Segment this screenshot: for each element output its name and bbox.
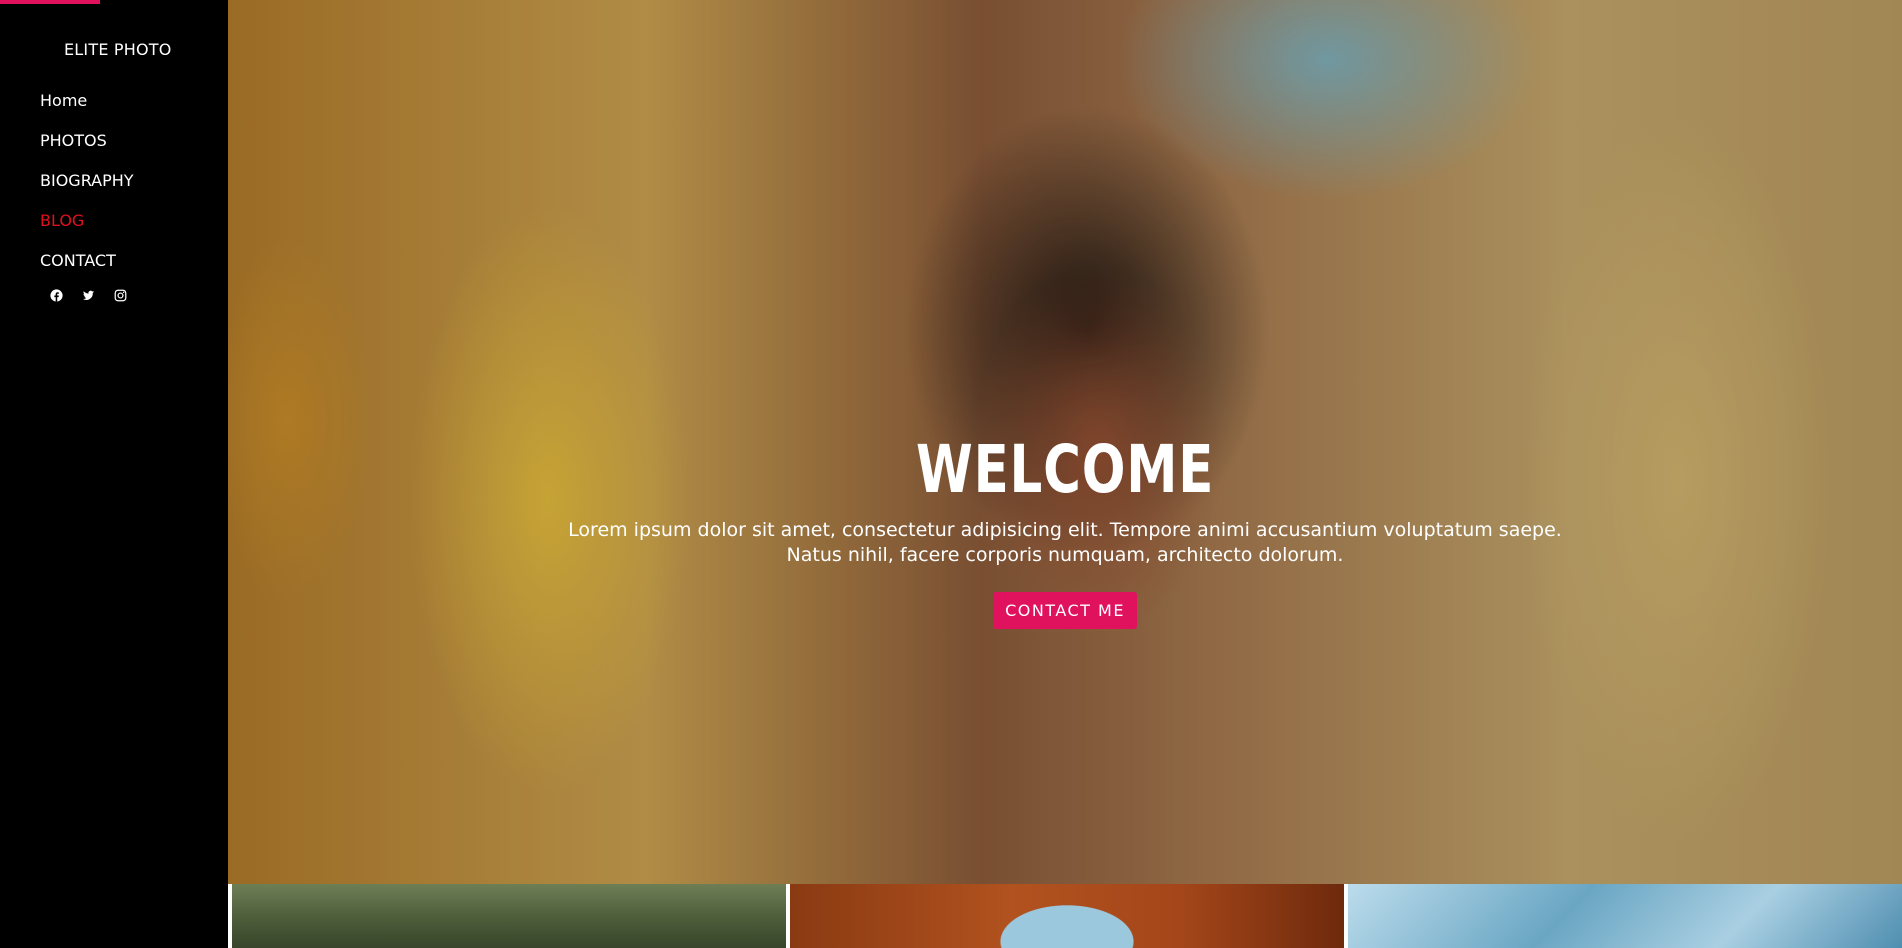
plants-thumbnail[interactable]	[232, 884, 786, 948]
brand-logo[interactable]: ELITE PHOTO	[64, 40, 172, 59]
hero-title: WELCOME	[915, 431, 1215, 508]
nav-item-home: Home	[40, 80, 134, 120]
social-links	[48, 287, 128, 303]
facebook-icon[interactable]	[48, 287, 64, 303]
nav-link-photos[interactable]: PHOTOS	[40, 131, 107, 150]
hero-text-line-2: Natus nihil, facere corporis numquam, ar…	[786, 544, 1344, 566]
nav-item-contact: CONTACT	[40, 240, 134, 280]
sidebar: ELITE PHOTO Home PHOTOS BIOGRAPHY BLOG C…	[0, 0, 228, 948]
nav-link-home[interactable]: Home	[40, 91, 87, 110]
instagram-icon[interactable]	[112, 287, 128, 303]
hero-content: WELCOME Lorem ipsum dolor sit amet, cons…	[228, 430, 1902, 629]
nav-item-biography: BIOGRAPHY	[40, 160, 134, 200]
canyon-thumbnail[interactable]	[790, 884, 1344, 948]
twitter-icon[interactable]	[80, 287, 96, 303]
nav-link-biography[interactable]: BIOGRAPHY	[40, 171, 134, 190]
nav-item-photos: PHOTOS	[40, 120, 134, 160]
main-nav: Home PHOTOS BIOGRAPHY BLOG CONTACT	[40, 80, 134, 280]
nav-link-blog[interactable]: BLOG	[40, 211, 84, 230]
gallery-strip	[228, 884, 1902, 948]
nav-link-contact[interactable]: CONTACT	[40, 251, 116, 270]
hero-banner: WELCOME Lorem ipsum dolor sit amet, cons…	[228, 0, 1902, 884]
ice-thumbnail[interactable]	[1348, 884, 1902, 948]
hero-text-line-1: Lorem ipsum dolor sit amet, consectetur …	[568, 519, 1562, 541]
nav-item-blog: BLOG	[40, 200, 134, 240]
hero-text: Lorem ipsum dolor sit amet, consectetur …	[228, 518, 1902, 568]
contact-me-button[interactable]: CONTACT ME	[993, 592, 1137, 629]
sidebar-accent-bar	[0, 0, 100, 4]
